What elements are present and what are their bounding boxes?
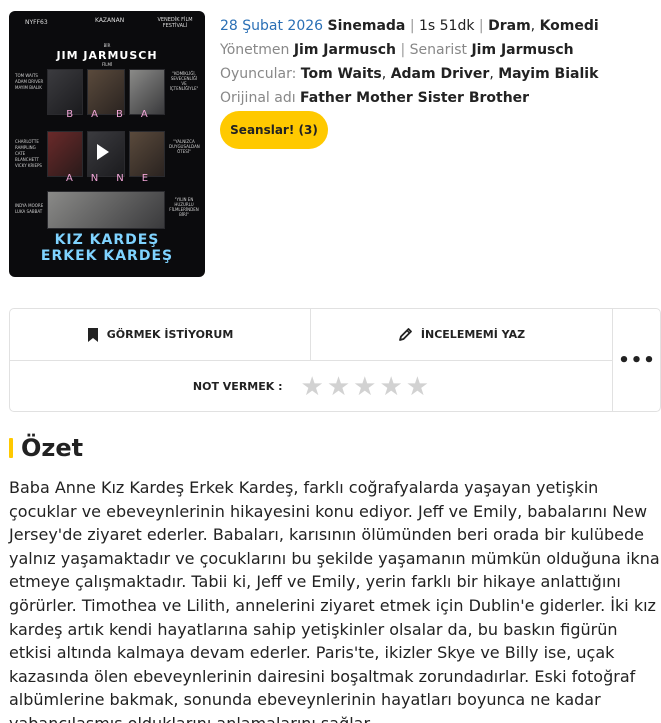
poster-cast-row3: INDYA MOORE LUKA SABBAT [15,203,45,215]
summary-header: Özet [9,434,83,462]
poster-director-name: JIM JARMUSCH [56,49,158,62]
sessions-button[interactable]: Seanslar! (3) [220,111,328,149]
poster-still [47,131,83,177]
cast-link[interactable]: Mayim Bialik [498,66,598,82]
writer-link[interactable]: Jim Jarmusch [471,42,573,58]
rating-stars: ★ ★ ★ ★ ★ [301,374,430,400]
poster-cast-name: MAYIM BIALIK [15,85,42,90]
poster-cast-name: CHARLOTTE RAMPLING [15,139,39,150]
cast-label: Oyuncular: [220,66,297,82]
original-title-label: Orijinal adı [220,90,296,106]
release-line: 28 Şubat 2026 Sinemada | 1s 51dk | Dram,… [220,14,599,38]
genre-link-drama[interactable]: Dram [488,18,531,34]
poster-title-line1: KIZ KARDEŞ [54,232,160,248]
star-icon[interactable]: ★ [301,374,324,400]
poster-badge-nyff: NYFF63 [25,19,48,26]
poster-cast-name: VICKY KRIEPS [15,163,42,168]
pencil-icon [399,328,412,341]
writer-label: Senarist [409,42,468,58]
section-accent-bar [9,438,13,458]
cast-comma: , [489,66,494,82]
summary-title: Özet [21,434,84,462]
original-title-line: Orijinal adı Father Mother Sister Brothe… [220,86,599,110]
crew-line: Yönetmen Jim Jarmusch | Senarist Jim Jar… [220,38,599,62]
poster-word-top: BABA [66,109,166,120]
bookmark-icon [87,327,98,342]
movie-info: 28 Şubat 2026 Sinemada | 1s 51dk | Dram,… [220,14,599,110]
cast-line: Oyuncular: Tom Waits, Adam Driver, Mayim… [220,62,599,86]
separator: | [409,18,415,34]
poster-director-pre: BİR [103,43,111,48]
poster-director-post: FİLMİ [101,62,113,67]
write-review-button[interactable]: İNCELEMEMİ YAZ [311,309,613,361]
star-icon[interactable]: ★ [353,374,376,400]
more-options-button[interactable]: ••• [613,309,661,412]
poster-quote: "YALNIZCA DUYGUSALDAN ÖTESİ" [169,139,200,154]
watchlist-label: GÖRMEK İSTİYORUM [106,328,234,341]
poster-title-line2: ERKEK KARDEŞ [40,248,174,264]
poster-badge-festival: VENEDİK FİLM FESTİVALİ [157,17,193,29]
original-title: Father Mother Sister Brother [300,90,530,106]
separator: | [478,18,484,34]
more-dots-icon: ••• [618,350,656,371]
rating-label: NOT VERMEK : [192,380,283,393]
director-link[interactable]: Jim Jarmusch [294,42,396,58]
cast-comma: , [381,66,387,82]
star-icon[interactable]: ★ [327,374,350,400]
poster-cast-name: LUKA SABBAT [15,209,43,214]
poster-still [129,131,165,177]
poster-cast-row2: CHARLOTTE RAMPLING CATE BLANCHETT VICKY … [15,139,45,169]
genre-link-comedy[interactable]: Komedi [540,18,599,34]
poster-still [47,191,165,229]
star-icon[interactable]: ★ [379,374,402,400]
rating-row: NOT VERMEK : ★ ★ ★ ★ ★ [10,361,613,412]
review-label: İNCELEMEMİ YAZ [420,328,526,341]
poster-badge-winner: KAZANAN [95,17,125,24]
star-icon[interactable]: ★ [406,374,429,400]
release-status: Sinemada [327,18,406,34]
poster-quote: "KOMİKLİĞİ, SEVECENLİĞİ VE İÇTENLİĞİYLE" [169,71,199,91]
poster-cast-row1: TOM WAITS ADAM DRIVER MAYIM BIALIK [15,73,45,91]
poster-word-bottom: ANNE [65,173,167,184]
summary-text: Baba Anne Kız Kardeş Erkek Kardeş, farkl… [9,478,660,723]
poster-quote: "YILIN EN HUZURLU FİLMLERİNDEN BİRİ" [169,197,199,217]
release-date-link[interactable]: 28 Şubat 2026 [220,18,323,34]
action-panel: GÖRMEK İSTİYORUM İNCELEMEMİ YAZ NOT VERM… [9,308,661,412]
genre-comma: , [530,18,536,34]
movie-poster[interactable]: NYFF63 KAZANAN VENEDİK FİLM FESTİVALİ Bİ… [9,11,205,277]
separator: | [400,42,406,58]
trailer-play-icon[interactable] [97,144,109,160]
cast-link[interactable]: Adam Driver [391,66,490,82]
cast-link[interactable]: Tom Waits [301,66,382,82]
watchlist-button[interactable]: GÖRMEK İSTİYORUM [10,309,311,361]
duration: 1s 51dk [419,18,475,34]
director-label: Yönetmen [220,42,290,58]
poster-cast-name: CATE BLANCHETT [15,151,39,162]
